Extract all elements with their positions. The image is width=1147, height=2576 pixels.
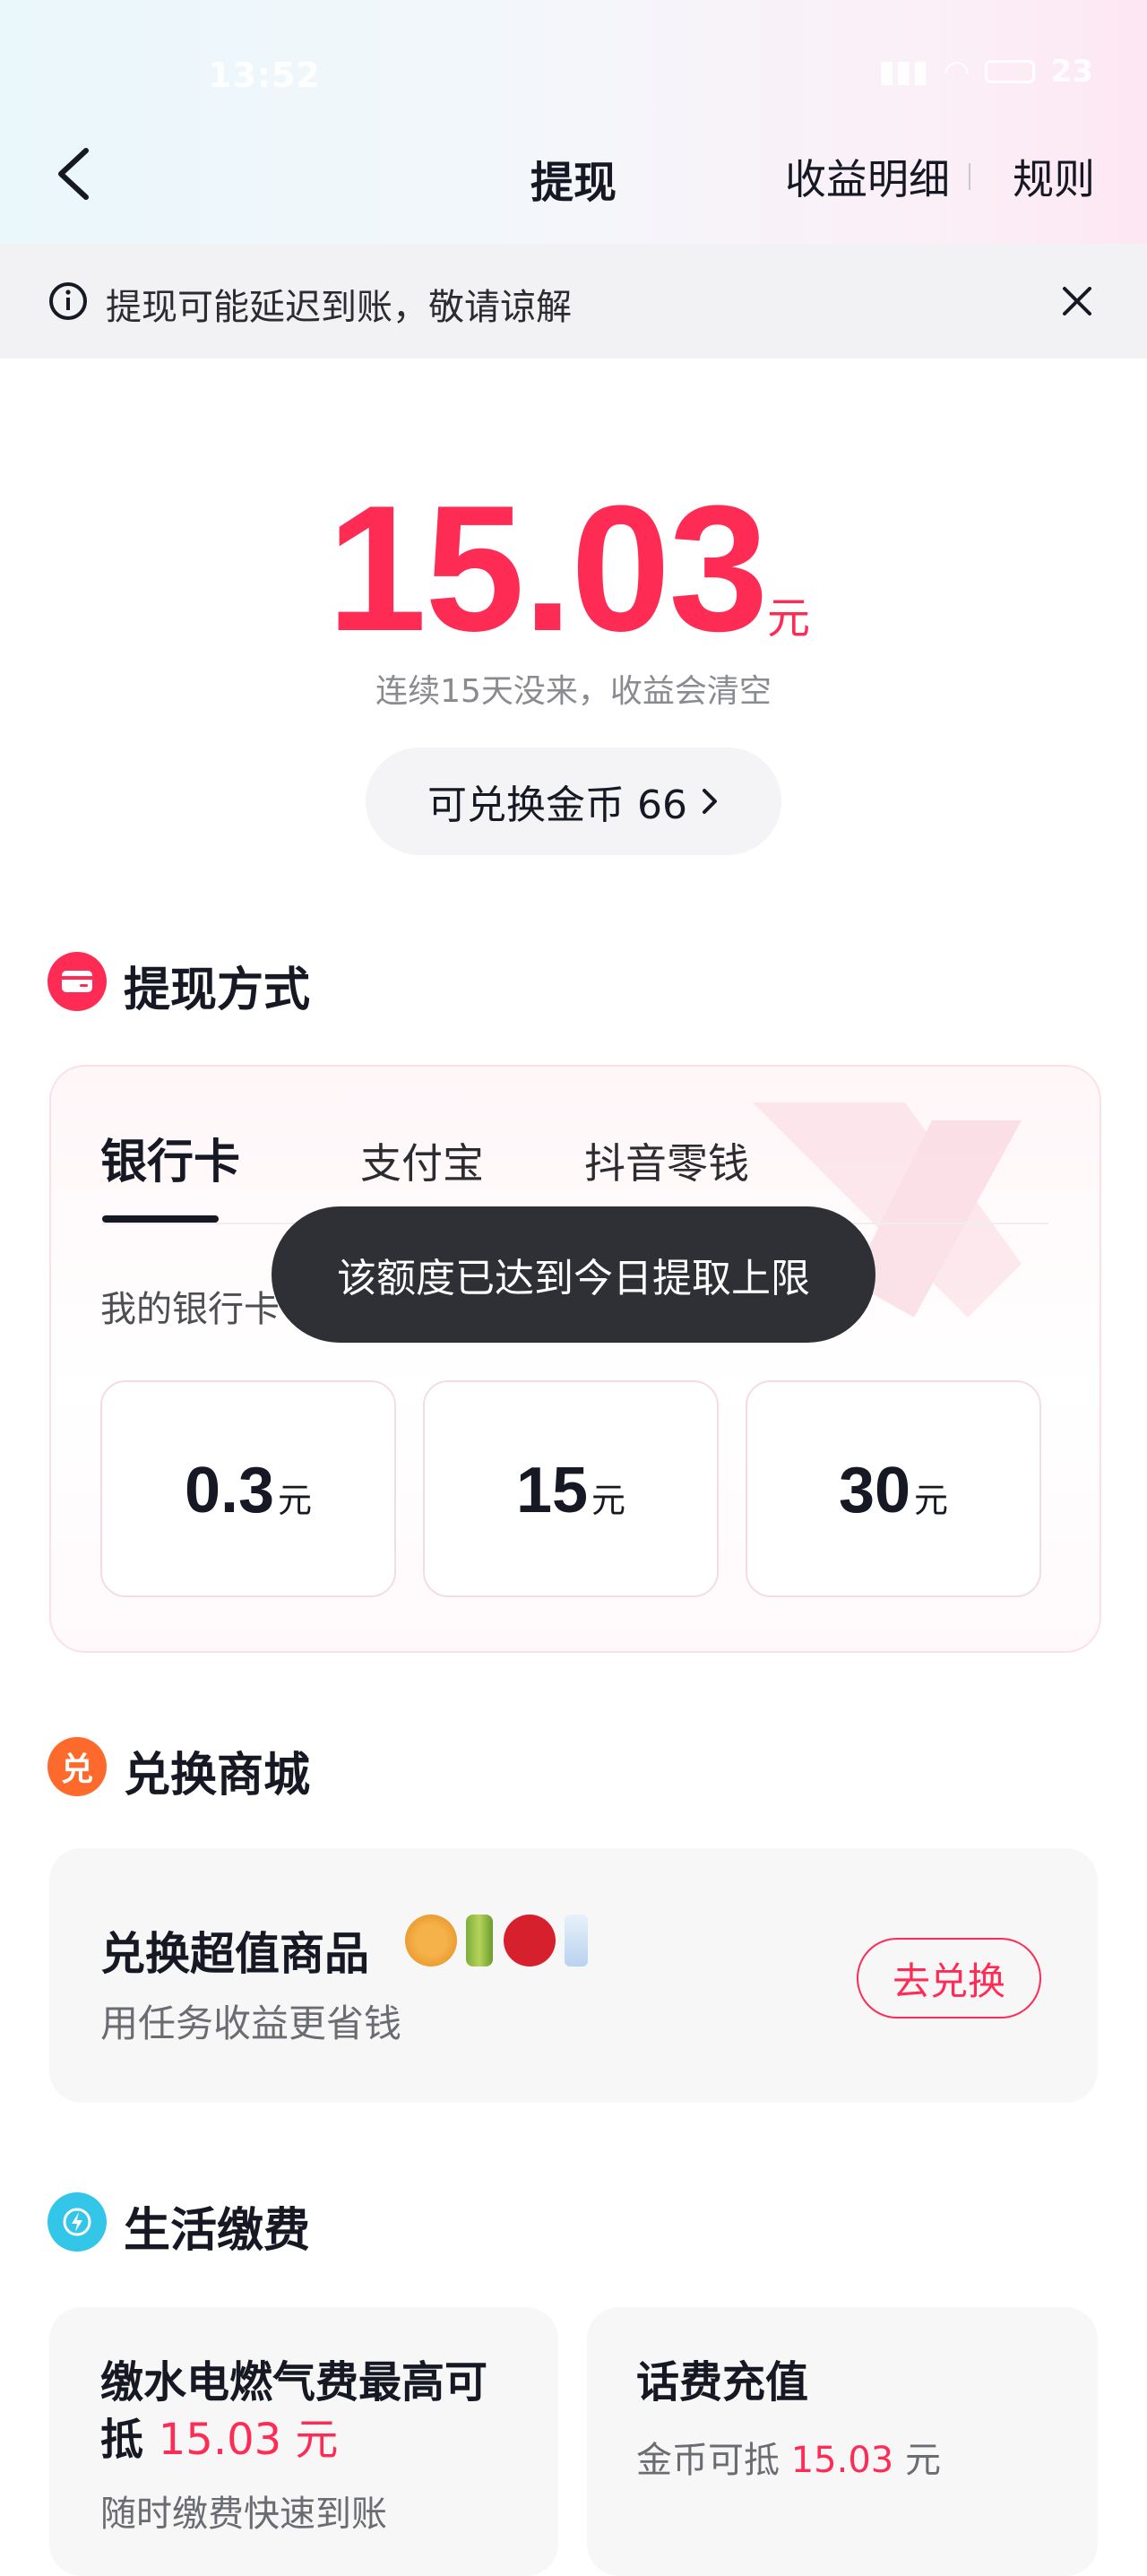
utility-fee-subtitle: 随时缴费快速到账 (100, 2494, 387, 2535)
amount-value: 0.3 (184, 1455, 275, 1526)
amount-value: 15 (515, 1455, 589, 1526)
amount-unit: 元 (914, 1481, 949, 1520)
coins-label: 可兑换金币 66 (427, 782, 687, 828)
phone-recharge-subtitle: 金币可抵 15.03 元 (636, 2431, 941, 2483)
status-icons: ▮▮▮ ◠ 23 (878, 54, 1093, 90)
card-icon (47, 952, 107, 1011)
amount-option[interactable]: 15 元 (423, 1380, 719, 1597)
battery-icon (984, 60, 1035, 83)
kfc-logo-icon (504, 1915, 556, 1967)
balance-amount: 15.03 (327, 469, 768, 669)
amount-option[interactable]: 30 元 (746, 1380, 1041, 1597)
life-section-title: 生活缴费 (124, 2204, 311, 2258)
amount-unit: 元 (278, 1481, 313, 1520)
phone-subtitle-amount: 15.03 (790, 2440, 894, 2481)
info-icon (48, 281, 88, 321)
exchange-icon: 兑 (47, 1737, 107, 1796)
coins-exchange-button[interactable]: 可兑换金币 66 (366, 748, 781, 855)
phone-recharge-title: 话费充值 (636, 2357, 809, 2407)
tab-alipay[interactable]: 支付宝 (360, 1131, 484, 1190)
close-notice-button[interactable] (1057, 281, 1097, 321)
withdraw-section-title: 提现方式 (124, 964, 311, 1017)
exchange-card-title: 兑换超值商品 (100, 1928, 369, 1980)
amount-option[interactable]: 0.3 元 (100, 1380, 396, 1597)
exchange-card-subtitle: 用任务收益更省钱 (100, 2001, 402, 2045)
active-tab-indicator (102, 1215, 219, 1223)
amount-value: 30 (838, 1455, 911, 1526)
nav-divider (969, 163, 970, 190)
balance-unit: 元 (767, 593, 811, 644)
status-time: 13:52 (208, 56, 321, 95)
close-icon (1063, 287, 1091, 316)
lightning-icon (47, 2192, 107, 2252)
rules-link[interactable]: 规则 (1013, 147, 1095, 206)
chevron-right-icon (702, 789, 717, 814)
utility-fee-amount: 15.03 元 (158, 2415, 339, 2465)
tab-bank-card[interactable]: 银行卡 (100, 1124, 240, 1191)
income-detail-link[interactable]: 收益明细 (785, 147, 950, 206)
exchange-section-title: 兑换商城 (124, 1749, 311, 1802)
burger-icon (405, 1915, 457, 1967)
limit-toast: 该额度已达到今日提取上限 (272, 1206, 875, 1343)
tab-douyin-balance[interactable]: 抖音零钱 (584, 1131, 749, 1190)
phone-subtitle-prefix: 金币可抵 (636, 2440, 780, 2481)
my-bank-card-label[interactable]: 我的银行卡 (100, 1280, 280, 1332)
go-exchange-button[interactable]: 去兑换 (857, 1938, 1041, 2018)
notice-text: 提现可能延迟到账，敬请谅解 (106, 287, 572, 328)
drink-can-icon (466, 1915, 493, 1967)
wifi-icon: ◠ (944, 54, 969, 90)
amount-unit: 元 (591, 1481, 626, 1520)
signal-icon: ▮▮▮ (878, 54, 929, 90)
battery-level: 23 (1050, 54, 1093, 90)
page-title: 提现 (530, 158, 617, 208)
balance-tip: 连续15天没来，收益会清空 (375, 673, 772, 710)
toothpaste-icon (565, 1915, 588, 1967)
phone-subtitle-unit: 元 (904, 2440, 941, 2481)
utility-fee-title: 缴水电燃气费最高可抵 15.03 元 (100, 2354, 513, 2468)
